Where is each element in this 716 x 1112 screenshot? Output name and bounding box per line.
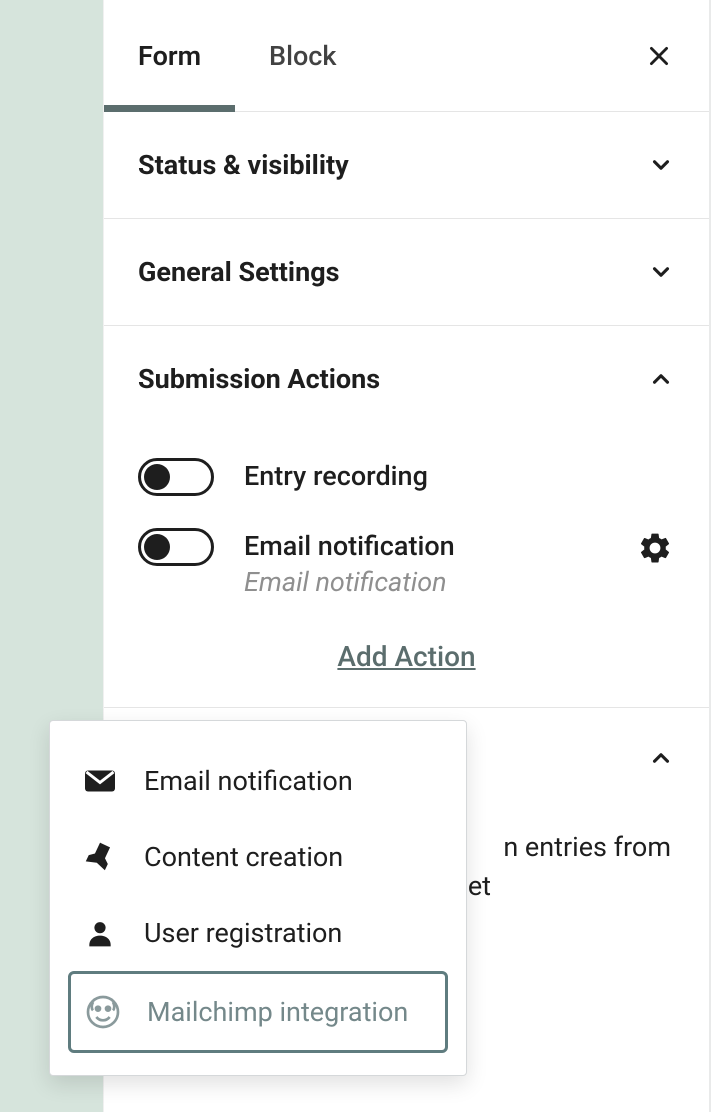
chevron-up-icon [647,365,675,393]
panel-general-settings: General Settings [104,219,709,326]
panel-submission-body: Entry recording Email notification Email… [104,432,709,707]
add-action-link[interactable]: Add Action [337,640,475,673]
popover-item-label: Email notification [144,765,353,797]
close-icon [646,43,672,69]
popover-item-label: Content creation [144,841,343,873]
chevron-down-icon [647,151,675,179]
popover-item-email-notification[interactable]: Email notification [68,743,448,819]
add-action-popover: Email notification Content creation User… [49,720,467,1076]
toggle-entry-label: Entry recording [244,460,675,492]
tabs-bar: Form Block [104,0,709,112]
panel-submission-actions: Submission Actions Entry recording Email… [104,326,709,708]
popover-item-user-registration[interactable]: User registration [68,895,448,971]
toggle-row-entry-recording: Entry recording [138,442,675,512]
tab-block-label: Block [269,40,336,72]
popover-item-label: User registration [144,917,342,949]
toggle-email-sublabel: Email notification [244,566,605,598]
mailchimp-icon [83,992,123,1032]
tab-form[interactable]: Form [104,0,235,111]
spam-text-line1: n entries from [503,831,671,863]
pin-icon [80,837,120,877]
panel-general-header[interactable]: General Settings [104,219,709,325]
popover-item-mailchimp-integration[interactable]: Mailchimp integration [68,971,448,1053]
toggle-email-label: Email notification [244,530,605,562]
panel-status-visibility: Status & visibility [104,112,709,219]
panel-submission-header[interactable]: Submission Actions [104,326,709,432]
panel-status-title: Status & visibility [138,149,349,181]
toggle-entry-recording[interactable] [138,458,214,496]
panel-submission-title: Submission Actions [138,363,380,395]
popover-item-content-creation[interactable]: Content creation [68,819,448,895]
gear-icon [637,530,673,566]
panel-general-title: General Settings [138,256,340,288]
tab-block[interactable]: Block [235,0,370,111]
panel-status-header[interactable]: Status & visibility [104,112,709,218]
add-action-container: Add Action [138,640,675,673]
close-sidebar-button[interactable] [637,34,681,78]
toggle-email-notification[interactable] [138,528,214,566]
toggle-row-email-notification: Email notification Email notification [138,512,675,614]
tab-form-label: Form [138,40,201,72]
right-edge-line [709,0,711,1112]
popover-item-label: Mailchimp integration [147,996,408,1028]
chevron-down-icon [647,258,675,286]
chevron-up-icon [647,744,675,772]
mail-icon [80,761,120,801]
user-icon [80,913,120,953]
email-notification-settings-button[interactable] [635,528,675,568]
